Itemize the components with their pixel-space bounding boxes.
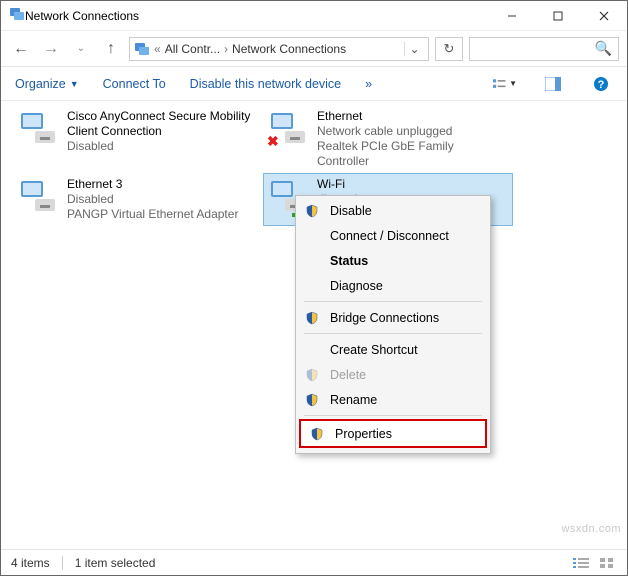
unplugged-icon: ✖ <box>267 134 279 149</box>
large-icons-view-button[interactable] <box>597 555 617 571</box>
window-title: Network Connections <box>25 9 489 23</box>
adapter-name: Ethernet <box>317 109 509 124</box>
search-input[interactable]: 🔍 <box>469 37 619 61</box>
breadcrumb-dropdown[interactable]: ⌄ <box>404 42 424 56</box>
ctx-delete: Delete <box>296 362 490 387</box>
ctx-status-label: Status <box>330 254 480 268</box>
ctx-properties-label: Properties <box>335 427 475 441</box>
details-view-button[interactable] <box>571 555 591 571</box>
adapter-device: Realtek PCIe GbE Family Controller <box>317 139 509 169</box>
disable-label: Disable this network device <box>190 77 341 91</box>
adapter-status: Network cable unplugged <box>317 124 509 139</box>
ctx-connect-label: Connect / Disconnect <box>330 229 480 243</box>
ctx-disable[interactable]: Disable <box>296 198 490 223</box>
shield-icon <box>304 368 320 382</box>
ctx-bridge[interactable]: Bridge Connections <box>296 305 490 330</box>
ctx-status[interactable]: Status <box>296 248 490 273</box>
adapter-item[interactable]: Cisco AnyConnect Secure Mobility Client … <box>13 105 263 173</box>
adapter-status: Disabled <box>67 192 238 207</box>
ctx-shortcut-label: Create Shortcut <box>330 343 480 357</box>
organize-button[interactable]: Organize ▼ <box>15 77 79 91</box>
shield-icon <box>304 311 320 325</box>
forward-button[interactable]: → <box>39 37 63 61</box>
separator <box>62 556 63 570</box>
adapter-name: Cisco AnyConnect Secure Mobility Client … <box>67 109 259 139</box>
breadcrumb-seg-current[interactable]: Network Connections <box>232 42 346 56</box>
titlebar: Network Connections <box>1 1 627 31</box>
help-button[interactable]: ? <box>589 72 613 96</box>
ctx-properties-highlight: Properties <box>299 419 487 448</box>
svg-text:?: ? <box>598 79 605 91</box>
adapter-item[interactable]: Ethernet 3 Disabled PANGP Virtual Ethern… <box>13 173 263 226</box>
recent-dropdown[interactable]: ⌄ <box>69 37 93 61</box>
shield-icon <box>304 204 320 218</box>
refresh-button[interactable]: ↻ <box>435 37 463 61</box>
window: Network Connections ← → ⌄ ↑ « All Contr.… <box>0 0 628 576</box>
ctx-properties[interactable]: Properties <box>301 421 485 446</box>
ctx-connect[interactable]: Connect / Disconnect <box>296 223 490 248</box>
adapter-item[interactable]: ✖ Ethernet Network cable unplugged Realt… <box>263 105 513 173</box>
breadcrumb-seg-all[interactable]: All Contr... <box>165 42 220 56</box>
shield-icon <box>309 427 325 441</box>
status-bar: 4 items 1 item selected <box>1 549 627 575</box>
connect-label: Connect To <box>103 77 166 91</box>
ctx-rename-label: Rename <box>330 393 480 407</box>
separator <box>304 301 482 302</box>
ctx-diagnose-label: Diagnose <box>330 279 480 293</box>
more-label: » <box>365 77 372 91</box>
separator <box>304 333 482 334</box>
shield-icon <box>304 393 320 407</box>
adapter-name: Wi-Fi <box>317 177 357 192</box>
network-adapter-icon: ✖ <box>267 109 309 149</box>
back-button[interactable]: ← <box>9 37 33 61</box>
ctx-shortcut[interactable]: Create Shortcut <box>296 337 490 362</box>
control-panel-icon <box>134 41 150 57</box>
adapter-name: Ethernet 3 <box>67 177 238 192</box>
ctx-bridge-label: Bridge Connections <box>330 311 480 325</box>
breadcrumb[interactable]: « All Contr... › Network Connections ⌄ <box>129 37 429 61</box>
ctx-rename[interactable]: Rename <box>296 387 490 412</box>
dropdown-icon: ▼ <box>70 79 79 89</box>
search-icon: 🔍 <box>595 40 612 57</box>
status-selected: 1 item selected <box>75 556 156 570</box>
preview-pane-button[interactable] <box>541 72 565 96</box>
address-row: ← → ⌄ ↑ « All Contr... › Network Connect… <box>1 31 627 67</box>
context-menu: Disable Connect / Disconnect Status Diag… <box>295 195 491 454</box>
ctx-delete-label: Delete <box>330 368 480 382</box>
connect-to-button[interactable]: Connect To <box>103 77 166 91</box>
network-adapter-icon <box>17 177 59 217</box>
up-button[interactable]: ↑ <box>99 37 123 61</box>
adapter-status: Disabled <box>67 139 259 154</box>
network-adapter-icon <box>17 109 59 149</box>
app-icon <box>9 6 25 25</box>
toolbar: Organize ▼ Connect To Disable this netwo… <box>1 67 627 101</box>
ctx-diagnose[interactable]: Diagnose <box>296 273 490 298</box>
adapter-device: PANGP Virtual Ethernet Adapter <box>67 207 238 222</box>
separator <box>304 415 482 416</box>
ctx-disable-label: Disable <box>330 204 480 218</box>
minimize-button[interactable] <box>489 1 535 31</box>
chevron-icon: « <box>154 42 161 56</box>
maximize-button[interactable] <box>535 1 581 31</box>
more-button[interactable]: » <box>365 77 372 91</box>
close-button[interactable] <box>581 1 627 31</box>
disable-device-button[interactable]: Disable this network device <box>190 77 341 91</box>
organize-label: Organize <box>15 77 66 91</box>
view-button[interactable]: ▼ <box>493 72 517 96</box>
chevron-right-icon: › <box>224 42 228 56</box>
status-items: 4 items <box>11 556 50 570</box>
